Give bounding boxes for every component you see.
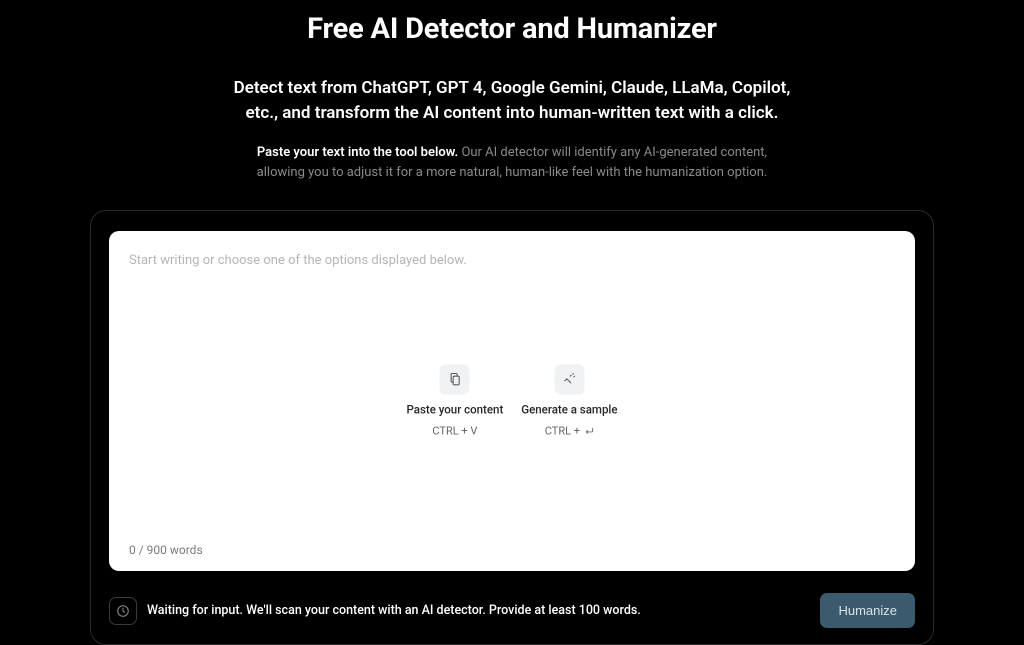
paste-icon <box>440 365 470 395</box>
sample-shortcut: CTRL + <box>545 425 594 438</box>
humanize-button[interactable]: Humanize <box>820 593 915 628</box>
editor-quick-actions: Paste your content CTRL + V Generate a s… <box>406 365 617 438</box>
paste-label: Paste your content <box>406 403 503 417</box>
clock-icon <box>109 597 137 625</box>
tool-frame: Start writing or choose one of the optio… <box>90 210 934 645</box>
sample-label: Generate a sample <box>521 403 617 417</box>
page-title: Free AI Detector and Humanizer <box>307 12 717 46</box>
editor-card[interactable]: Start writing or choose one of the optio… <box>109 231 915 571</box>
word-count: 0 / 900 words <box>129 543 203 557</box>
instruction-text: Paste your text into the tool below. Our… <box>237 143 787 182</box>
enter-key-icon <box>583 426 594 437</box>
page-subtitle: Detect text from ChatGPT, GPT 4, Google … <box>232 76 792 125</box>
instruction-bold: Paste your text into the tool below. <box>257 145 458 160</box>
sample-action[interactable]: Generate a sample CTRL + <box>521 365 617 438</box>
editor-placeholder: Start writing or choose one of the optio… <box>129 253 895 268</box>
paste-action[interactable]: Paste your content CTRL + V <box>406 365 503 438</box>
status-message: Waiting for input. We'll scan your conte… <box>147 603 641 618</box>
status-bar: Waiting for input. We'll scan your conte… <box>109 593 915 628</box>
paste-shortcut: CTRL + V <box>432 425 477 438</box>
status-left: Waiting for input. We'll scan your conte… <box>109 597 641 625</box>
sparkle-icon <box>554 365 584 395</box>
